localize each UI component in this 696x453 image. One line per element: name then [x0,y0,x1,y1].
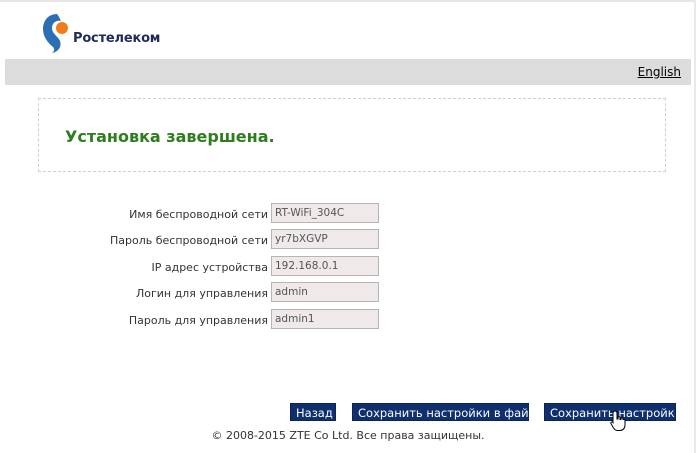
language-bar: English [5,59,691,85]
summary-row-admin-password: Пароль для управления admin1 [80,309,380,331]
copyright-footer: © 2008-2015 ZTE Co Ltd. Все права защище… [211,429,485,442]
wifi-password-field: yr7bXGVP [271,229,379,249]
save-settings-to-file-button[interactable]: Сохранить настройки в файл [352,403,529,421]
field-label: Пароль для управления [128,314,268,327]
wifi-name-field: RT-WiFi_304C [271,203,379,223]
field-label: Имя беспроводной сети [129,208,268,221]
summary-row-wifi-password: Пароль беспроводной сети yr7bXGVP [80,229,380,251]
field-label: Пароль беспроводной сети [110,234,268,247]
summary-row-wifi-name: Имя беспроводной сети RT-WiFi_304C [80,203,380,225]
back-button[interactable]: Назад [290,403,336,421]
admin-password-field: admin1 [271,309,379,329]
top-border [0,0,696,2]
status-message: Установка завершена. [65,127,275,146]
field-label: Логин для управления [135,287,268,300]
rostelecom-logo-icon [43,14,68,53]
status-panel: Установка завершена. [38,98,666,172]
hand-pointer-icon [610,410,626,436]
brand-logo[interactable]: Ростелеком [40,10,160,56]
brand-name: Ростелеком [73,31,161,46]
language-link-english[interactable]: English [638,65,681,79]
admin-login-field: admin [271,282,379,302]
page: Ростелеком English Установка завершена. … [0,0,696,453]
summary-row-ip-address: IP адрес устройства 192.168.0.1 [80,256,380,278]
field-label: IP адрес устройства [151,261,268,274]
summary-row-admin-login: Логин для управления admin [80,282,380,304]
ip-address-field: 192.168.0.1 [271,256,379,276]
